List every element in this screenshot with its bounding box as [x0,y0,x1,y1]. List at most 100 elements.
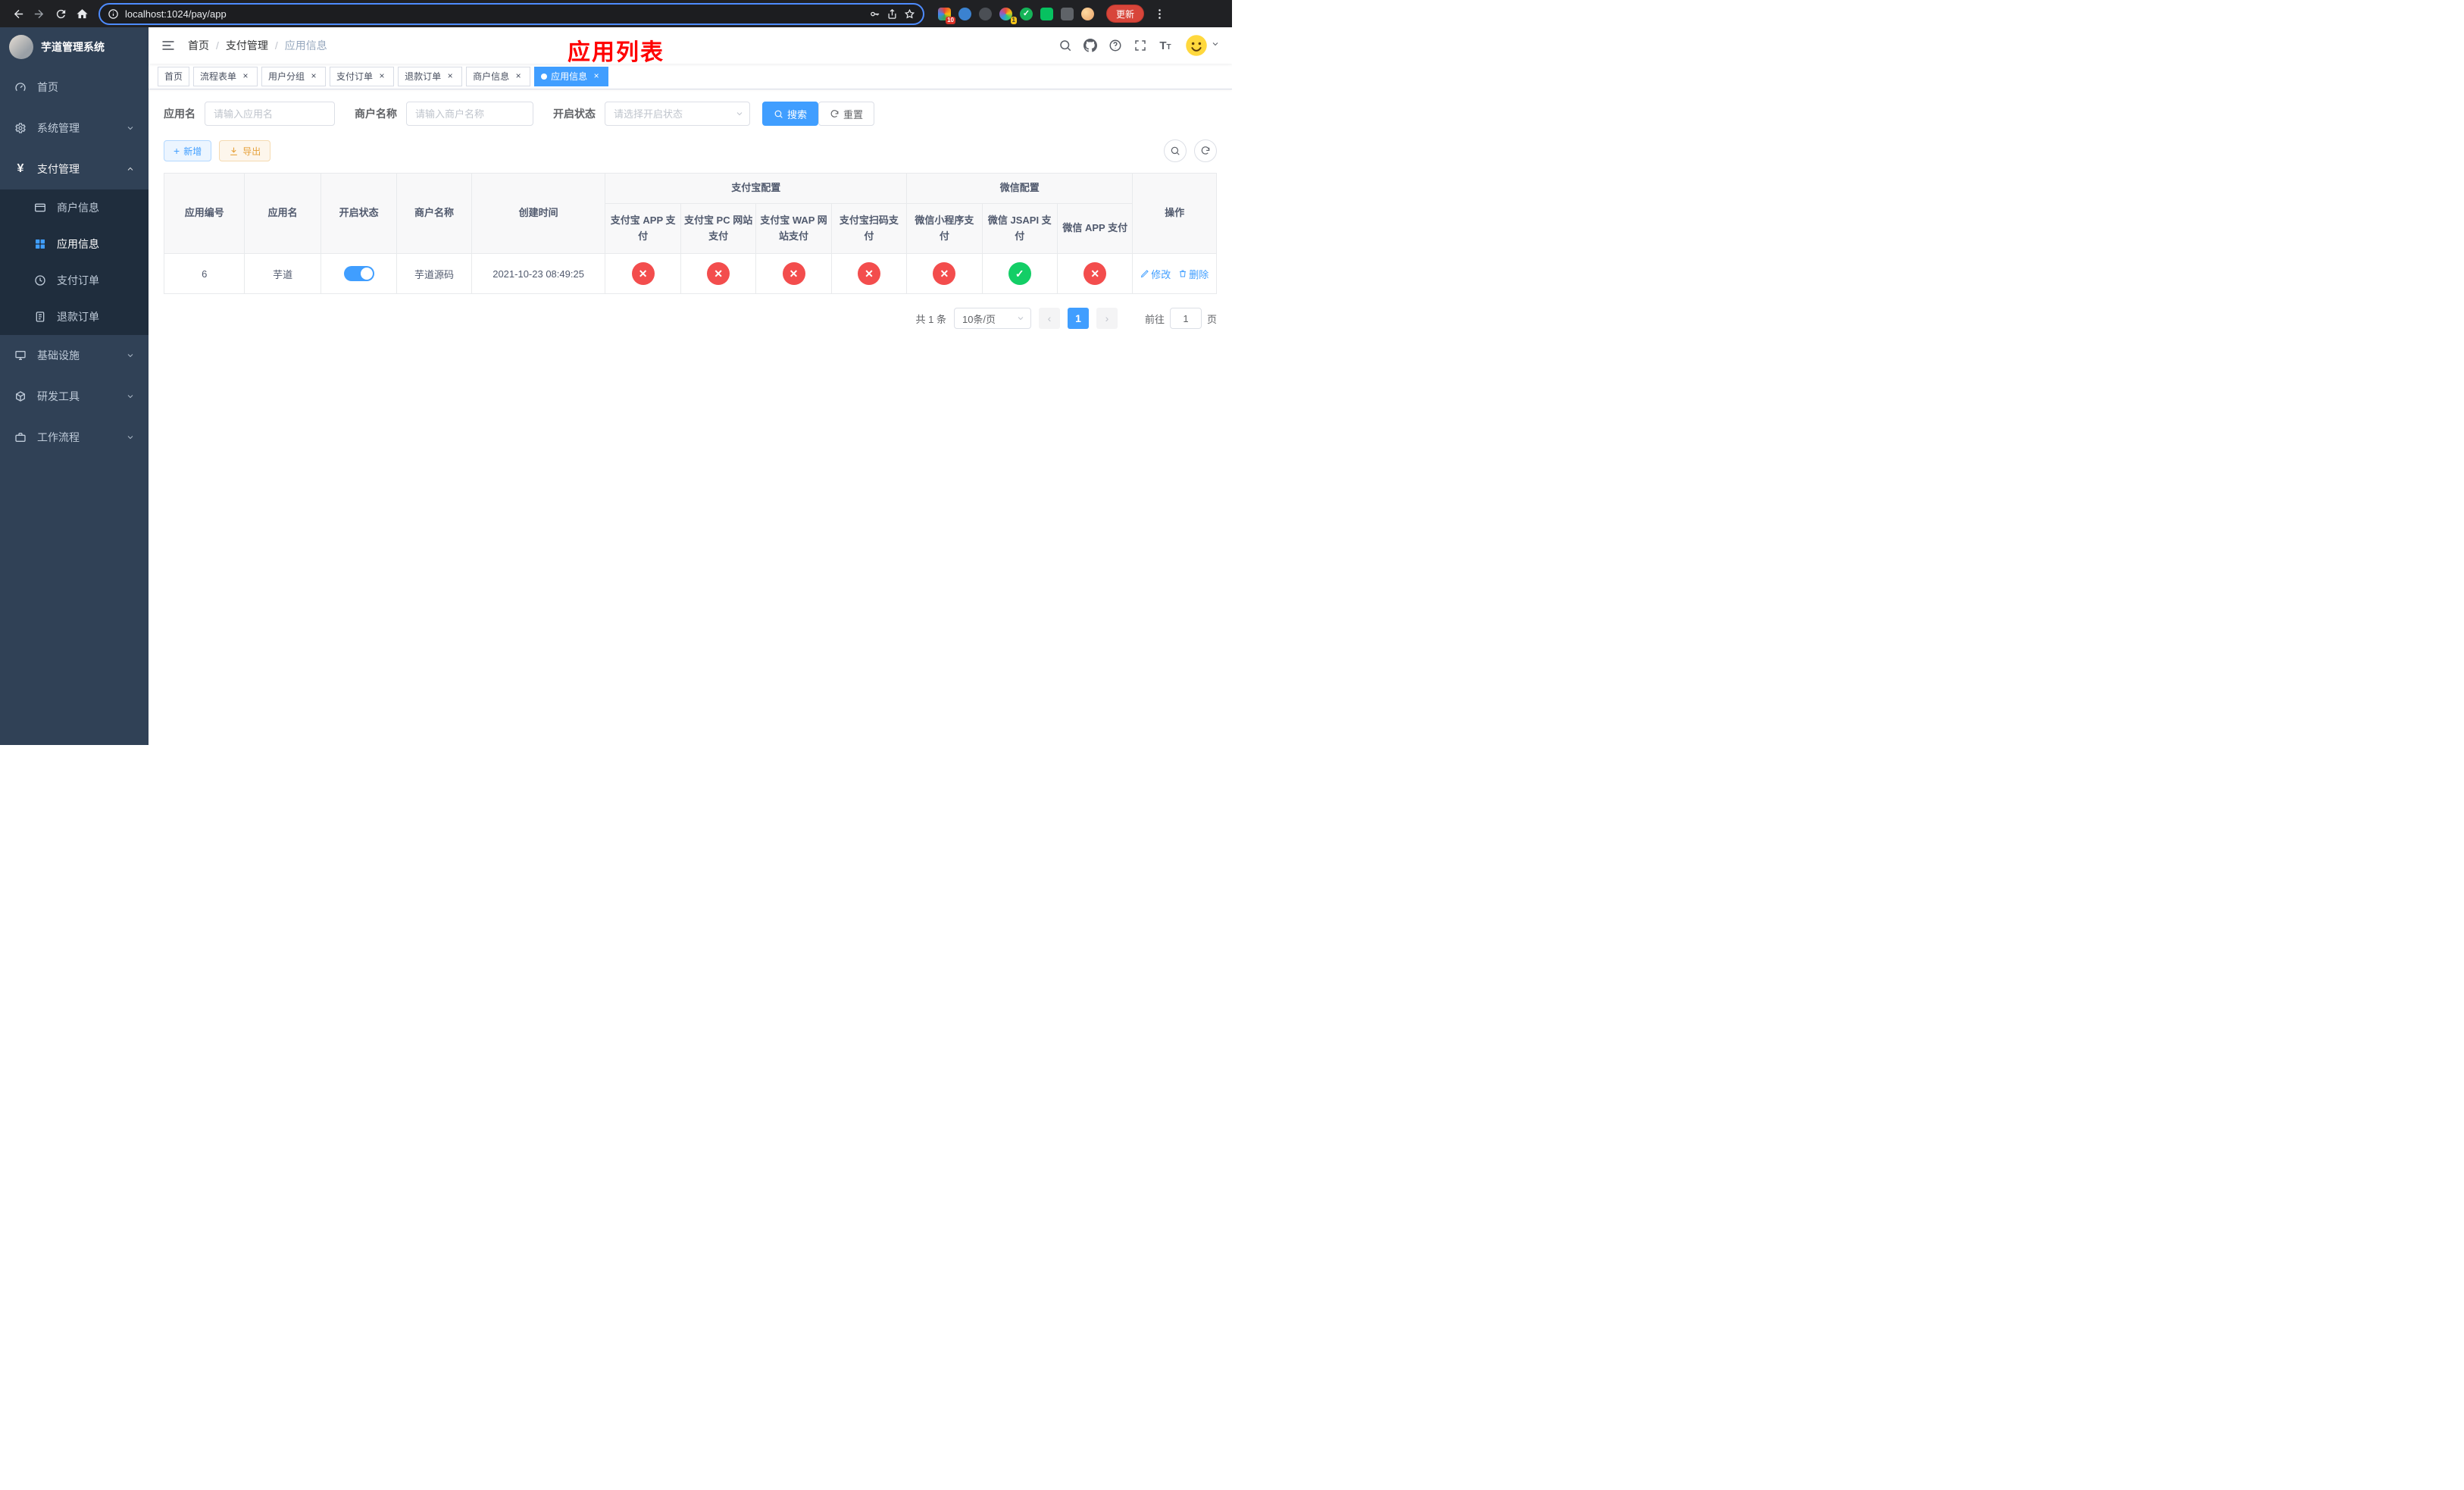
pagination: 共 1 条 10条/页 ‹ 1 › 前往 1 页 [164,308,1217,329]
app-title: 芋道管理系统 [41,41,105,53]
sidebar-item-system[interactable]: 系统管理 [0,108,149,149]
sidebar-toggle[interactable] [149,27,188,64]
screen: localhost:1024/pay/app 10 1 ✓ 更新 应用列表 芋道… [0,0,1232,745]
status-switch[interactable] [343,266,374,281]
chevron-down-icon [126,433,135,442]
font-size-icon-button[interactable]: TT [1155,36,1175,55]
home-button[interactable] [71,3,92,24]
merchant-name-input[interactable] [406,102,533,126]
col-alipay-pc: 支付宝 PC 网站支付 [680,203,757,254]
sidebar-subitem-merchant-info[interactable]: 商户信息 [0,189,149,226]
goto-input[interactable] [1169,308,1202,329]
extension-icon-6[interactable] [1040,7,1053,20]
status-fail-icon: ✕ [707,262,730,285]
tab-payment-order[interactable]: 支付订单 × [330,66,395,86]
extension-icon-4[interactable]: 1 [999,7,1017,24]
sidebar-item-label: 商户信息 [57,202,99,214]
tab-close-icon[interactable]: × [445,70,455,82]
profile-avatar-icon[interactable] [1081,7,1094,20]
tab-app-info[interactable]: 应用信息 × [534,66,609,86]
tab-user-group[interactable]: 用户分组 × [261,66,327,86]
app-name-input[interactable] [205,102,335,126]
back-button[interactable] [8,3,29,24]
sidebar-item-dev-tools[interactable]: 研发工具 [0,376,149,417]
page-1-button[interactable]: 1 [1067,308,1089,329]
delete-link[interactable]: 删除 [1178,267,1209,281]
sidebar-item-infrastructure[interactable]: 基础设施 [0,335,149,376]
search-icon [774,110,783,118]
tab-merchant-info[interactable]: 商户信息 × [466,66,531,86]
reload-icon [56,9,65,18]
tab-process-form[interactable]: 流程表单 × [193,66,258,86]
extension-icon-5[interactable]: ✓ [1020,7,1033,20]
reset-button[interactable]: 重置 [818,102,875,126]
breadcrumb-separator: / [274,39,278,52]
address-bar[interactable]: localhost:1024/pay/app [98,2,924,25]
edit-icon [1141,270,1149,278]
tab-label: 商户信息 [473,71,510,82]
tab-refund-order[interactable]: 退款订单 × [398,66,463,86]
prev-page-button[interactable]: ‹ [1038,308,1060,329]
fullscreen-icon-button[interactable] [1130,36,1150,55]
group-wechat: 微信配置 [906,173,1134,204]
export-button[interactable]: 导出 [219,140,271,161]
search-icon-button[interactable] [1055,36,1075,55]
tab-close-icon[interactable]: × [591,70,602,82]
sidebar-item-home[interactable]: 首页 [0,67,149,108]
update-button[interactable]: 更新 [1106,5,1145,23]
sidebar-item-label: 工作流程 [37,431,80,443]
extension-icon-1[interactable]: 10 [938,7,955,24]
extension-icon-3[interactable] [979,7,992,20]
extensions-cluster: 10 1 ✓ [938,7,1094,24]
reload-button[interactable] [50,3,71,24]
url-text[interactable]: localhost:1024/pay/app [125,8,863,20]
search-icon [1171,146,1180,155]
share-icon[interactable] [886,8,898,20]
search-toggle-button[interactable] [1164,139,1187,162]
col-alipay-app: 支付宝 APP 支付 [605,203,681,254]
refresh-button[interactable] [1194,139,1217,162]
site-info-icon[interactable] [108,8,119,20]
search-button[interactable]: 搜索 [762,102,819,126]
tab-label: 退款订单 [405,71,442,82]
tab-label: 支付订单 [336,71,374,82]
cell-merchant: 芋道源码 [396,253,472,294]
status-select[interactable] [605,102,750,126]
status-select-input[interactable] [605,102,750,126]
sidebar-subitem-refund-order[interactable]: 退款订单 [0,299,149,335]
browser-menu-icon[interactable] [1149,3,1170,24]
breadcrumb-item-home[interactable]: 首页 [188,38,209,53]
tab-close-icon[interactable]: × [308,70,319,82]
forward-button[interactable] [29,3,50,24]
github-icon-button[interactable] [1080,36,1100,55]
page-title: 应用列表 [568,40,664,65]
table-toolbar: + 新增 导出 [164,139,1217,162]
goto-label: 前往 [1144,313,1165,325]
password-key-icon[interactable] [869,8,880,20]
logo-avatar [9,35,33,59]
sidebar-item-workflow[interactable]: 工作流程 [0,417,149,458]
breadcrumb-item-payment[interactable]: 支付管理 [226,38,268,53]
user-menu[interactable] [1185,34,1220,57]
app-logo[interactable]: 芋道管理系统 [0,27,149,67]
extension-icon-2[interactable] [958,7,971,20]
help-icon-button[interactable] [1105,36,1125,55]
extension-icon-7[interactable] [1061,7,1074,20]
next-page-button[interactable]: › [1096,308,1118,329]
user-avatar[interactable] [1185,34,1208,57]
tab-home[interactable]: 首页 [158,66,190,86]
app-name-label: 应用名 [164,108,195,120]
tab-close-icon[interactable]: × [513,70,524,82]
sidebar-item-label: 应用信息 [57,238,99,250]
tab-close-icon[interactable]: × [240,70,251,82]
chevron-left-icon: ‹ [1047,312,1052,324]
sidebar-subitem-app-info[interactable]: 应用信息 [0,226,149,262]
edit-link[interactable]: 修改 [1140,267,1171,281]
briefcase-icon [14,431,27,443]
bookmark-star-icon[interactable] [904,8,915,20]
add-button[interactable]: + 新增 [164,140,212,161]
tab-close-icon[interactable]: × [377,70,387,82]
page-size-select[interactable]: 10条/页 [953,308,1031,329]
sidebar-subitem-payment-order[interactable]: 支付订单 [0,262,149,299]
sidebar-item-payment[interactable]: ¥ 支付管理 [0,149,149,189]
